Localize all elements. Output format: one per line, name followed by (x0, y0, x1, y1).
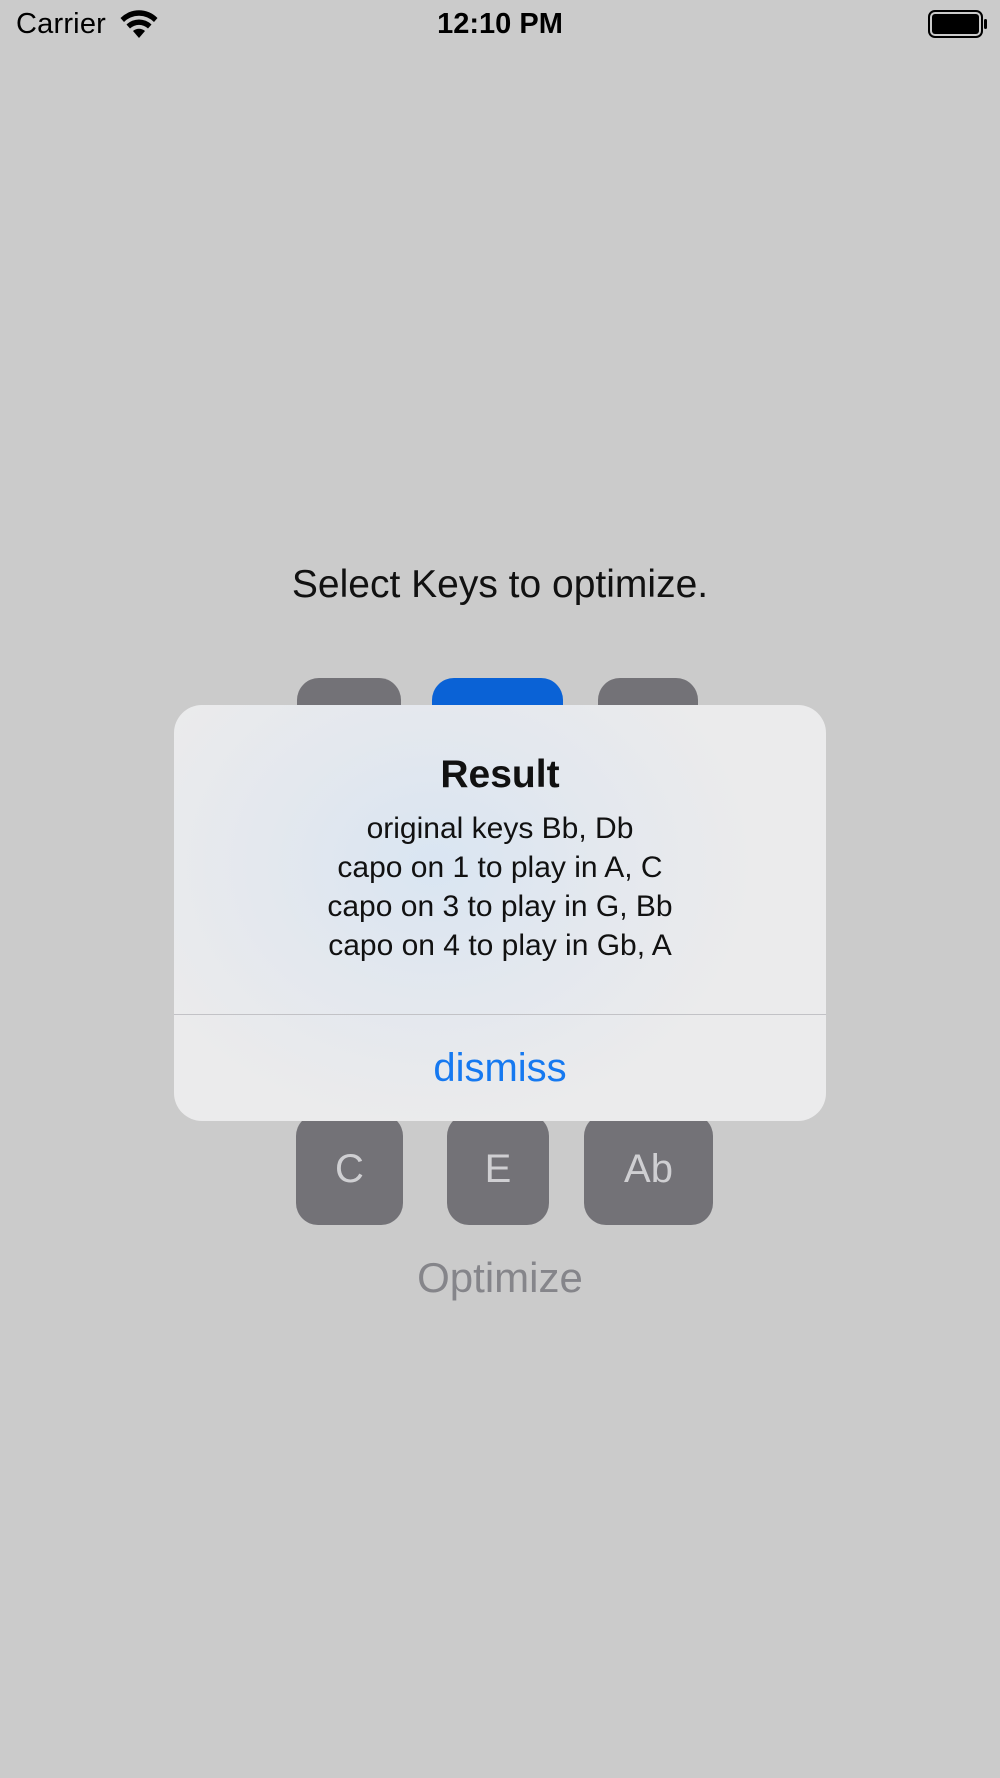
page-prompt: Select Keys to optimize. (291, 563, 709, 606)
status-bar: Carrier 12:10 PM (0, 0, 1000, 54)
battery-icon (928, 10, 987, 38)
optimize-button[interactable]: Optimize (0, 1254, 1000, 1302)
alert-message-line: capo on 4 to play in Gb, A (328, 929, 672, 962)
key-button-e[interactable]: E (447, 1114, 549, 1225)
key-button-ab[interactable]: Ab (584, 1114, 713, 1225)
alert-message-line: original keys Bb, Db (366, 812, 634, 845)
clock-label: 12:10 PM (437, 8, 563, 40)
key-button-c[interactable]: C (296, 1114, 403, 1225)
alert-message-line: capo on 3 to play in G, Bb (327, 890, 673, 923)
dismiss-button[interactable]: dismiss (174, 1015, 826, 1121)
alert-title: Result (440, 753, 560, 796)
alert-message-line: capo on 1 to play in A, C (337, 851, 663, 884)
alert-message: original keys Bb, Db capo on 1 to play i… (174, 809, 826, 965)
result-alert: Result original keys Bb, Db capo on 1 to… (174, 705, 826, 1121)
